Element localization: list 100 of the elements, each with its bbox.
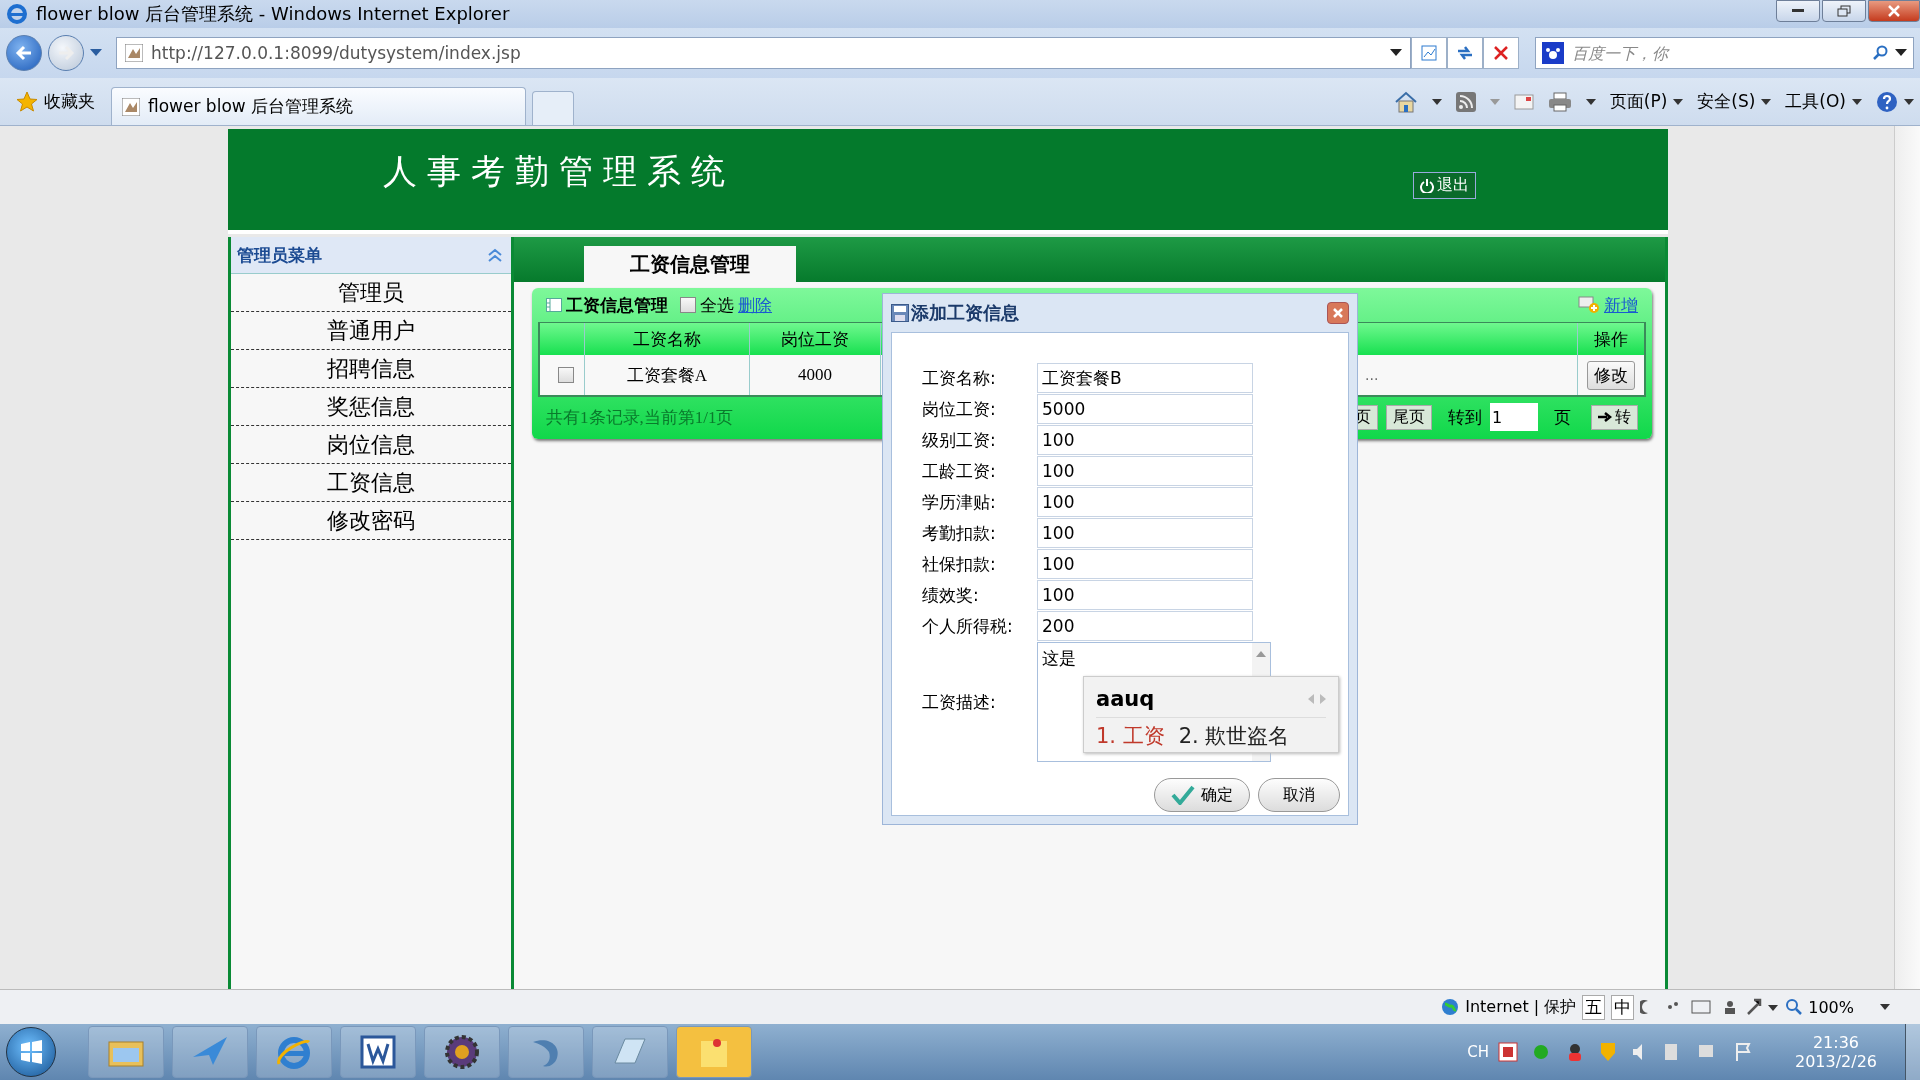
sidebar-item[interactable]: 奖惩信息 [231, 388, 511, 426]
dropdown-caret-icon[interactable] [1585, 98, 1596, 105]
gear-icon [443, 1034, 481, 1070]
command-menu[interactable]: 安全(S) [1697, 90, 1772, 113]
sidebar-item[interactable]: 招聘信息 [231, 350, 511, 388]
delete-link[interactable]: 删除 [738, 293, 772, 317]
search-bar[interactable]: 百度一下，你 [1535, 37, 1914, 69]
input-field[interactable]: 5000 [1037, 394, 1253, 424]
command-menu[interactable]: 工具(O) [1785, 90, 1862, 113]
zoom-icon [1786, 999, 1803, 1015]
input-field[interactable]: 100 [1037, 549, 1253, 579]
address-bar[interactable]: http://127.0.0.1:8099/dutysystem/index.jsp [116, 37, 1411, 69]
table-icon [546, 298, 562, 312]
help-button[interactable] [1876, 90, 1914, 113]
caret-icon [1761, 98, 1772, 105]
close-icon [1888, 5, 1900, 17]
go-button[interactable]: 转 [1591, 404, 1638, 430]
sidebar-title: 管理员菜单 [237, 243, 322, 267]
command-menu[interactable]: 页面(P) [1609, 90, 1684, 113]
field-label: 社保扣款: [922, 552, 997, 576]
input-field[interactable]: 100 [1037, 518, 1253, 548]
sidebar-item[interactable]: 管理员 [231, 274, 511, 312]
search-icon[interactable] [1873, 45, 1889, 61]
table-cell: 4000 [750, 355, 881, 395]
add-icon [1578, 296, 1600, 314]
select-all-label: 全选 [700, 293, 734, 317]
show-desktop-button[interactable] [1905, 1024, 1920, 1080]
input-field[interactable]: 100 [1037, 456, 1253, 486]
minimize-button[interactable] [1776, 0, 1820, 22]
sidebar-item[interactable]: 岗位信息 [231, 426, 511, 464]
print-icon[interactable] [1547, 91, 1572, 112]
input-field[interactable]: 100 [1037, 487, 1253, 517]
sidebar-item[interactable]: 修改密码 [231, 502, 511, 540]
stop-button[interactable] [1483, 37, 1519, 69]
taskbar-button[interactable] [424, 1026, 500, 1078]
zoom-level[interactable]: 100% [1808, 997, 1854, 1017]
refresh-button[interactable] [1447, 37, 1483, 69]
page-unit-label: 页 [1554, 405, 1571, 429]
field-label: 岗位工资: [922, 397, 997, 421]
sidebar-item[interactable]: 工资信息 [231, 464, 511, 502]
field-label: 个人所得税: [922, 614, 1014, 638]
ime-toolbar-button[interactable]: 中 [1611, 994, 1635, 1020]
field-label: 绩效奖: [922, 583, 980, 607]
input-field[interactable]: 100 [1037, 580, 1253, 610]
collapse-icon[interactable] [487, 248, 503, 262]
table-cell: 工资套餐A [585, 355, 750, 395]
forward-arrow-icon [57, 45, 75, 61]
home-icon[interactable] [1393, 90, 1418, 113]
restore-icon [1837, 5, 1851, 17]
input-field[interactable]: 工资套餐B [1037, 363, 1253, 393]
power-icon [1420, 178, 1434, 193]
close-button[interactable] [1327, 302, 1349, 324]
ime-toolbar-icons[interactable] [1640, 998, 1781, 1016]
record-summary: 共有1条记录,当前第1/1页 [546, 406, 734, 429]
ime-candidate[interactable]: 1. 工资 [1096, 722, 1165, 750]
browser-tab[interactable]: flower blow 后台管理系统 [111, 87, 526, 125]
arrow-icon [1598, 412, 1612, 422]
input-field[interactable]: 100 [1037, 425, 1253, 455]
close-icon [1494, 46, 1508, 60]
close-button[interactable] [1868, 0, 1920, 22]
edit-button[interactable]: 修改 [1587, 360, 1635, 390]
taskbar-button[interactable] [340, 1026, 416, 1078]
dropdown-caret-icon[interactable] [1431, 98, 1442, 105]
page-number-field[interactable]: 1 [1490, 403, 1538, 431]
help-icon [1876, 90, 1898, 113]
browser-icon [275, 1034, 313, 1070]
scrollbar[interactable] [1894, 126, 1920, 989]
dropdown-caret-icon[interactable] [1895, 49, 1907, 57]
favorites-button[interactable]: 收藏夹 [6, 82, 105, 121]
dropdown-caret-icon[interactable] [1880, 1004, 1890, 1010]
confirm-button[interactable]: 确定 [1154, 778, 1250, 812]
pager-button[interactable]: 尾页 [1386, 404, 1432, 430]
feed-icon[interactable] [1455, 91, 1476, 112]
input-field[interactable]: 200 [1037, 611, 1253, 641]
add-link[interactable]: 新增 [1604, 293, 1638, 317]
back-button[interactable] [6, 35, 42, 71]
cancel-button[interactable]: 取消 [1258, 778, 1340, 812]
field-label: 考勤扣款: [922, 521, 997, 545]
start-button[interactable] [6, 1027, 56, 1077]
system-title: 人事考勤管理系统 [383, 149, 735, 193]
back-arrow-icon [15, 45, 33, 61]
logout-button[interactable]: 退出 [1413, 172, 1476, 199]
main-tab[interactable]: 工资信息管理 [584, 246, 796, 282]
row-checkbox[interactable] [558, 367, 574, 383]
ime-candidate[interactable]: 2. 欺世盗名 [1178, 722, 1290, 750]
restore-button[interactable] [1822, 0, 1866, 22]
sidebar-item[interactable]: 普通用户 [231, 312, 511, 350]
ime-toolbar-button[interactable]: 五 [1582, 994, 1606, 1020]
select-all-checkbox[interactable] [680, 297, 696, 313]
field-label: 工龄工资: [922, 459, 997, 483]
forward-button[interactable] [48, 35, 84, 71]
table-cell: ... [1365, 367, 1379, 383]
mail-icon[interactable] [1513, 93, 1534, 110]
site-icon [122, 97, 140, 116]
scroll-up-icon[interactable] [1256, 651, 1266, 657]
dropdown-caret-icon[interactable] [1390, 49, 1402, 57]
star-icon [16, 90, 38, 113]
field-label: 级别工资: [922, 428, 997, 452]
security-zone[interactable]: Internet | 保护 [1465, 996, 1577, 1018]
ime-input-text: aauq [1096, 687, 1155, 711]
